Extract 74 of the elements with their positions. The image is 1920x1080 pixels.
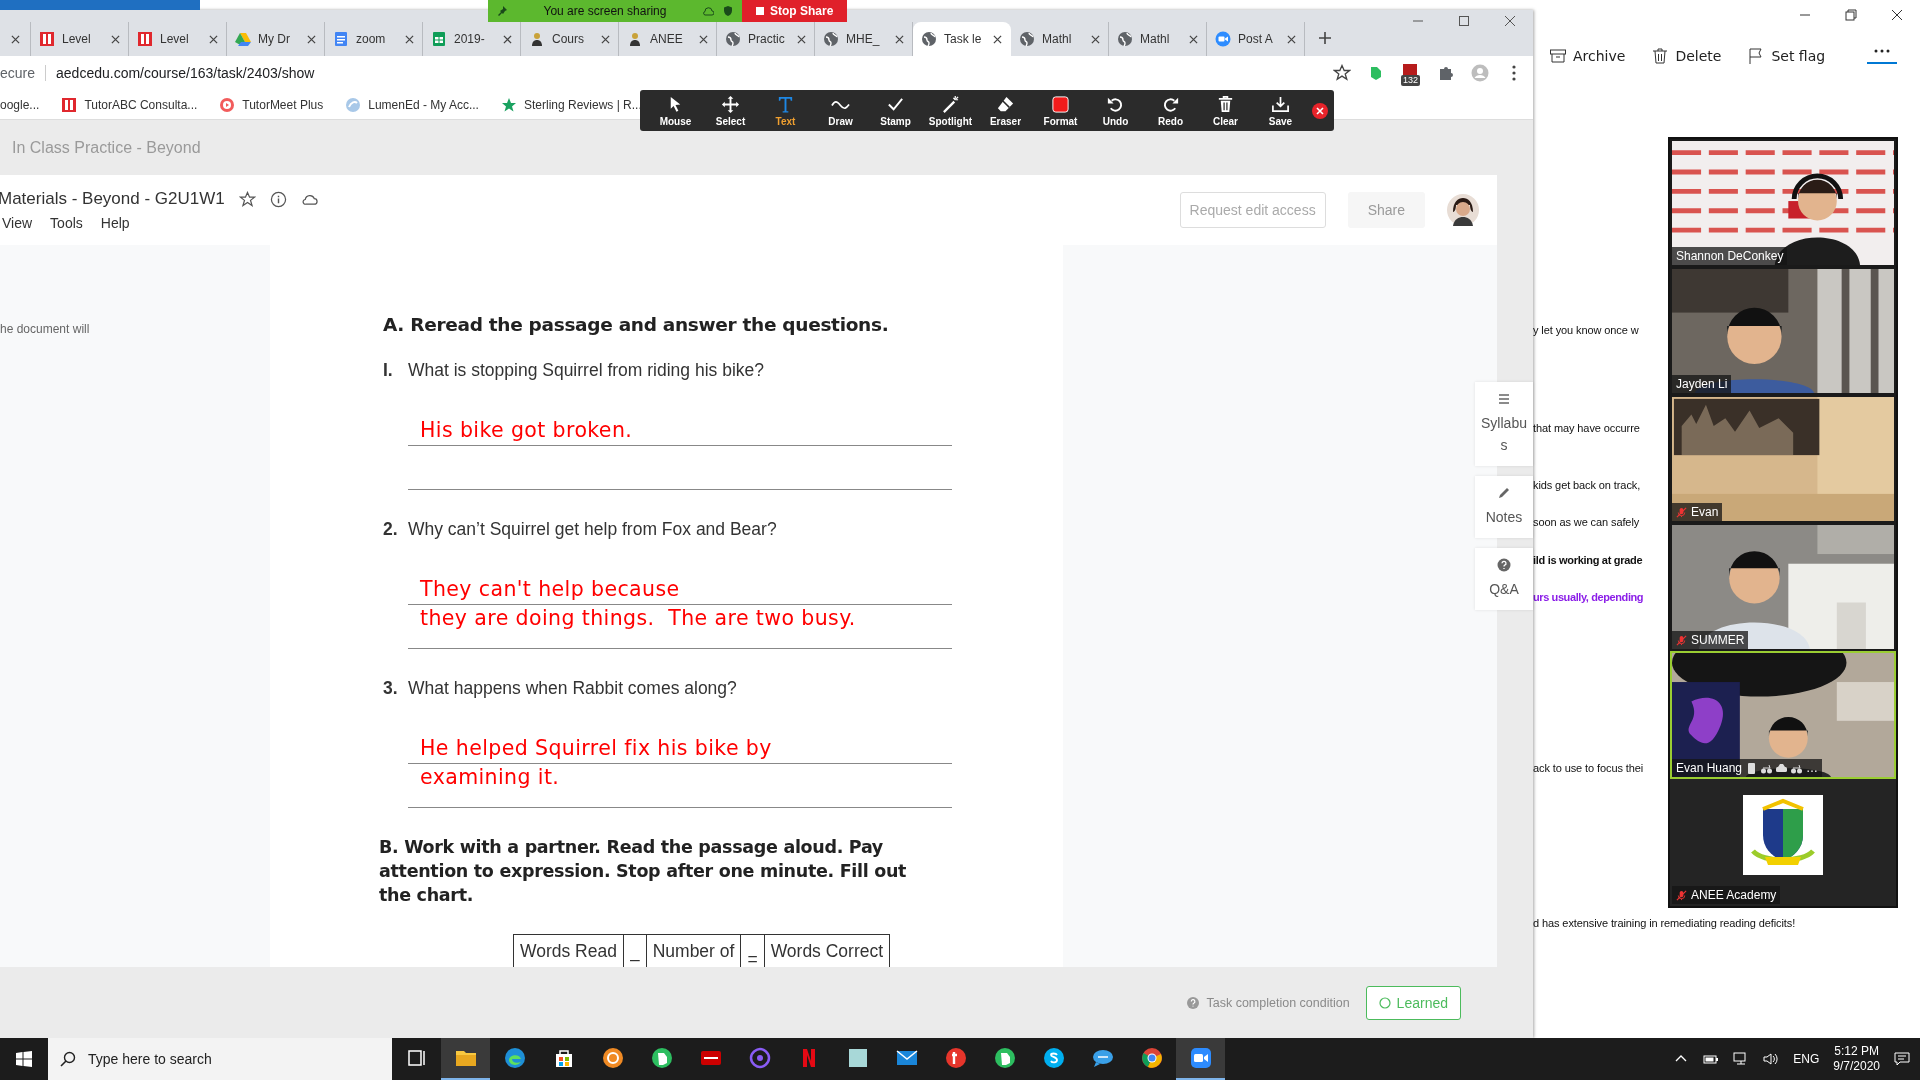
address-bar[interactable]: ecure aedcedu.com/course/163/task/2403/show [0,65,1333,81]
question-text: Why can’t Squirrel get help from Fox and Bear? [408,518,777,541]
handwritten-answer: He helped Squirrel fix his bike by examining it. [420,735,772,791]
participant-label: Evan [1672,503,1723,521]
menu-item[interactable]: Help [100,215,130,231]
question-text: What happens when Rabbit comes along? [408,677,737,700]
annotation-tool[interactable]: Clear [1198,92,1253,129]
participant-label: Shannon DeConkey [1672,247,1788,265]
menu-item[interactable]: View [2,215,33,231]
email-text: kids get back on track, [1533,478,1641,493]
annotation-tool[interactable]: Eraser [978,92,1033,129]
bookmark[interactable]: Sterling Reviews | R... [500,96,642,113]
annotation-tool[interactable]: Undo [1088,92,1143,129]
stop-share-button[interactable]: Stop Share [742,0,848,22]
participant-label: Jayden Li [1672,375,1732,393]
section-heading: A. Reread the passage and answer the questions. [383,314,890,336]
side-button[interactable]: Q&A [1475,548,1533,610]
bookmark[interactable]: LumenEd - My Acc... [345,96,479,113]
annotation-tool[interactable]: Format [1033,92,1088,129]
overflow-marker: … [1806,761,1819,775]
video-tile[interactable]: ANEE Academy [1670,779,1896,906]
annotation-tool[interactable]: Save [1253,92,1308,129]
annotation-tool[interactable]: Spotlight [923,92,978,129]
table-cell: Words Read [514,935,624,967]
side-button[interactable]: Syllabus [1475,382,1533,466]
search-box[interactable]: Type here to search [48,1038,392,1080]
annotation-tool[interactable]: Text [758,92,813,129]
participant-label: SUMMER [1672,631,1749,649]
archive-button[interactable]: Archive [1547,43,1628,69]
video-tile[interactable]: Evan Huang … [1670,651,1896,779]
email-text: y let you know once w [1533,323,1639,338]
language-indicator[interactable]: ENG [1793,1052,1820,1066]
side-note: he document will [0,322,90,336]
participant-label: ANEE Academy [1672,886,1781,904]
email-text: soon as we can safely [1533,515,1640,530]
bookmark[interactable]: TutorABC Consulta... [61,96,198,113]
email-text: urs usually, depending [1533,590,1644,605]
bookmark[interactable]: oogle... [0,97,40,112]
browser-tab[interactable]: Task le [913,22,1011,56]
annotation-tool[interactable]: Stamp [868,92,923,129]
table-cell: Number of [646,935,742,967]
handwritten-answer: His bike got broken. [420,417,633,444]
annotation-tool[interactable]: Select [703,92,758,129]
search-field[interactable]: Type here to search [86,1050,370,1068]
side-button[interactable]: Notes [1475,476,1533,538]
delete-button[interactable]: Delete [1649,43,1724,69]
question-number: 2. [383,518,399,541]
email-text: ack to use to focus thei [1533,761,1644,776]
annotation-tool[interactable]: Mouse [648,92,703,129]
condition-text: Task completion condition [1206,995,1350,1010]
email-text: d has extensive training in remediating reading deficits! [1533,916,1796,931]
instruction-text: B. Work with a partner. Read the passage aloud. Pay attention to expression. Stop after one minute. Fill out the chart. [379,836,908,907]
question-text: What is stopping Squirrel from riding his bike? [408,359,764,382]
table-cell: = [741,935,765,967]
document-title: Materials - Beyond - G2U1W1 [0,189,225,209]
video-tile[interactable]: Jayden Li [1670,267,1896,395]
email-text: ild is working at grade [1533,553,1643,568]
video-tile[interactable]: Shannon DeConkey [1670,139,1896,267]
video-tile[interactable]: SUMMER [1670,523,1896,651]
table-cell: Words Correct [764,935,891,967]
clock[interactable]: 5:12 PM 9/7/2020 [1833,1044,1880,1074]
annotation-tool[interactable]: Draw [813,92,868,129]
menu-item[interactable]: Tools [50,215,83,231]
question-number: I. [383,359,394,382]
sharing-banner: You are screen sharing [488,0,742,22]
bookmark[interactable]: TutorMeet Plus [219,96,324,113]
flag-button[interactable]: Set flag [1745,43,1828,69]
video-tile[interactable]: Evan [1670,395,1896,523]
annotation-tool[interactable]: Redo [1143,92,1198,129]
question-number: 3. [383,677,399,700]
email-text: that may have occurre [1533,421,1640,436]
table-cell: – [623,935,647,967]
handwritten-answer: They can't help because they are doing things. The are two busy. [420,576,856,632]
participant-label: Evan Huang … [1672,759,1823,777]
